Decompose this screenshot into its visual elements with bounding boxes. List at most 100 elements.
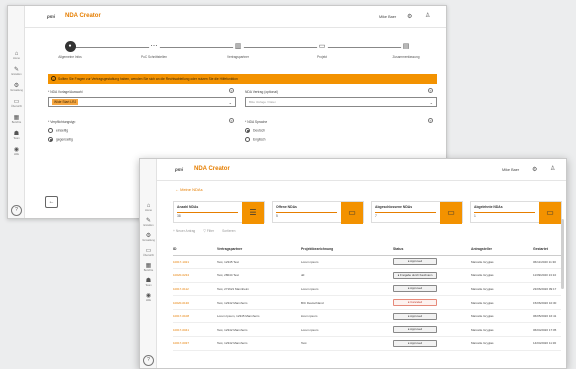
- rail-item-erstellen[interactable]: ✎ Erstellen: [140, 218, 157, 227]
- new-request-button[interactable]: + Neuer Antrag: [173, 229, 195, 233]
- radio-english[interactable]: Englisch: [245, 137, 265, 142]
- rail-item-home[interactable]: ⌂ Home: [8, 51, 25, 60]
- gear-icon[interactable]: ⚙: [532, 166, 537, 173]
- wizard-stepper: ● Allgemeine Infos ⋯ PoC Schnittstellen ▥ Ver…: [48, 41, 428, 69]
- step-5[interactable]: ▤ Zusammenfassung: [384, 41, 428, 59]
- folder-icon[interactable]: ▭: [539, 202, 561, 224]
- table-row[interactable]: 10017-1021 Test, 12345 Test Lorem ipsum ● A…: [173, 255, 561, 270]
- question-icon-4[interactable]: ?: [428, 118, 433, 123]
- rail-label: Berichte: [143, 269, 154, 272]
- step-label: Projekt: [317, 55, 327, 59]
- card-value: 38: [177, 214, 181, 218]
- cell-status: ● Approved: [393, 309, 471, 324]
- question-icon-3[interactable]: ?: [229, 118, 234, 123]
- list-icon[interactable]: ☰: [242, 202, 264, 224]
- rail-item-home[interactable]: ⌂ Home: [140, 203, 157, 212]
- cell-applicant: Marcelle Gryglas: [471, 268, 533, 283]
- rail-label: Verwaltung: [142, 239, 155, 242]
- rail-item-übersicht[interactable]: ▭ Übersicht: [8, 99, 25, 108]
- column-header[interactable]: Gestartet: [533, 243, 561, 256]
- radio-dot-selected[interactable]: [245, 128, 250, 133]
- cell-id[interactable]: 10017-0037: [173, 336, 217, 351]
- column-header[interactable]: Vertragspartner: [217, 243, 301, 256]
- rail-item-team[interactable]: ☗ Team: [8, 131, 25, 140]
- cell-project: Lorem ipsum: [301, 255, 393, 270]
- radio-one-sided[interactable]: einseitig: [48, 128, 68, 133]
- step-1[interactable]: ● Allgemeine Infos: [48, 41, 92, 59]
- rail-item-team[interactable]: ☗ Team: [140, 278, 157, 287]
- cell-id[interactable]: 10020-0130: [173, 295, 217, 310]
- rail-label: Übersicht: [143, 254, 154, 257]
- radio-dot[interactable]: [245, 137, 250, 142]
- rail-item-verwaltung[interactable]: ⚙ Verwaltung: [140, 233, 157, 242]
- user-name[interactable]: Mike Baer: [379, 15, 396, 19]
- folder-icon[interactable]: ▭: [341, 202, 363, 224]
- rail-item-hilfe[interactable]: ◉ Hilfe: [140, 293, 157, 302]
- help-round-icon[interactable]: ?: [143, 355, 154, 366]
- user-icon[interactable]: ♙: [550, 165, 555, 172]
- gear-icon[interactable]: ⚙: [407, 13, 412, 20]
- cell-status: ● Freigabe durch Kaufmann: [393, 268, 471, 283]
- help-round-icon[interactable]: ?: [11, 205, 22, 216]
- table-row[interactable]: 10017-0112 Test, 271621 Mannheim Lorem ips…: [173, 282, 561, 297]
- rail-item-verwaltung[interactable]: ⚙ Verwaltung: [8, 83, 25, 92]
- radio-dot-selected[interactable]: [48, 137, 53, 142]
- table-row[interactable]: 10020-0130 Test, 12342 Mannheim BIC Deutsc…: [173, 295, 561, 310]
- cell-partner: Lorem Ipsum, 12345 Mannheim: [217, 309, 301, 324]
- user-icon[interactable]: ♙: [425, 12, 430, 19]
- rail-label: Hilfe: [145, 299, 152, 302]
- rail-item-berichte[interactable]: ▦ Berichte: [8, 115, 25, 124]
- template-select[interactable]: Wide Start LRJ ⌄: [48, 97, 236, 107]
- template-value: Wide Start LRJ: [52, 99, 79, 105]
- cell-date: 06/11/2020 11:30: [533, 255, 561, 270]
- table-toolbar: + Neuer Antrag ▽ Filter Sortieren: [173, 229, 243, 233]
- radio-mutual[interactable]: gegenseitig: [48, 137, 73, 142]
- rail-item-hilfe[interactable]: ◉ Hilfe: [8, 147, 25, 156]
- user-name[interactable]: Mike Baer: [502, 168, 519, 172]
- cell-id[interactable]: 10017-0041: [173, 322, 217, 338]
- step-label: Vertragspartner: [227, 55, 249, 59]
- table-row[interactable]: 10017-0041 Test, 12342 Mannheim Lorem ipsu…: [173, 322, 561, 338]
- table-row[interactable]: 10017-0108 Lorem Ipsum, 12345 Mannheim lor…: [173, 309, 561, 324]
- cell-date: 14/04/2020 11:30: [533, 336, 561, 351]
- radio-german[interactable]: Deutsch: [245, 128, 265, 133]
- question-icon-2[interactable]: ?: [428, 88, 433, 93]
- card-underline: [375, 212, 436, 213]
- cell-partner: Test, 271621 Mannheim: [217, 282, 301, 297]
- cell-applicant: Marcelle Gryglas: [471, 309, 533, 324]
- column-header[interactable]: ID: [173, 243, 217, 256]
- cell-id[interactable]: 10017-1021: [173, 255, 217, 270]
- breadcrumb[interactable]: ← Meine NDAs: [175, 187, 203, 192]
- scrollbar[interactable]: [561, 219, 564, 289]
- summary-card[interactable]: Abgeschlossene NDAs 7 ▭: [371, 201, 463, 224]
- cell-id[interactable]: 10017-0108: [173, 309, 217, 324]
- table-row[interactable]: 10020-0234 Test, 28044 Test dd ● Freigabe d…: [173, 268, 561, 283]
- sort-button[interactable]: Sortieren: [222, 229, 235, 233]
- summary-card[interactable]: Offene NDAs 5 ▭: [272, 201, 364, 224]
- radio-dot[interactable]: [48, 128, 53, 133]
- rail-item-berichte[interactable]: ▦ Berichte: [140, 263, 157, 272]
- summary-cards: Anzahl NDAs 38 ☰ Offene NDAs 5 ▭ Abgeschlossen…: [173, 201, 562, 224]
- question-icon[interactable]: ?: [229, 88, 234, 93]
- summary-card[interactable]: Abgelehnte NDAs 1 ▭: [470, 201, 562, 224]
- column-header[interactable]: Antragsteller: [471, 243, 533, 256]
- rail-label: Erstellen: [11, 73, 22, 76]
- contract-select[interactable]: Bitte Vorlage / Datei ⌄: [245, 97, 437, 107]
- back-button[interactable]: ←: [45, 196, 58, 208]
- column-header[interactable]: Status: [393, 243, 471, 256]
- table-row[interactable]: 10017-0037 Test, 12342 Mannheim Test ● Appr…: [173, 336, 561, 351]
- folder-icon[interactable]: ▭: [440, 202, 462, 224]
- column-header[interactable]: Projektbezeichnung: [301, 243, 393, 256]
- rail-item-übersicht[interactable]: ▭ Übersicht: [140, 248, 157, 257]
- summary-card[interactable]: Anzahl NDAs 38 ☰: [173, 201, 265, 224]
- status-badge: ● Approved: [393, 326, 437, 334]
- cell-id[interactable]: 10020-0234: [173, 268, 217, 283]
- filter-button[interactable]: ▽ Filter: [203, 229, 214, 233]
- step-2[interactable]: ⋯ PoC Schnittstellen: [132, 41, 176, 59]
- step-3[interactable]: ▥ Vertragspartner: [216, 41, 260, 59]
- chevron-down-icon: ⌄: [228, 100, 232, 105]
- step-4[interactable]: ▭ Projekt: [300, 41, 344, 59]
- rail-item-erstellen[interactable]: ✎ Erstellen: [8, 67, 25, 76]
- rail-label: Team: [13, 137, 20, 140]
- cell-id[interactable]: 10017-0112: [173, 282, 217, 297]
